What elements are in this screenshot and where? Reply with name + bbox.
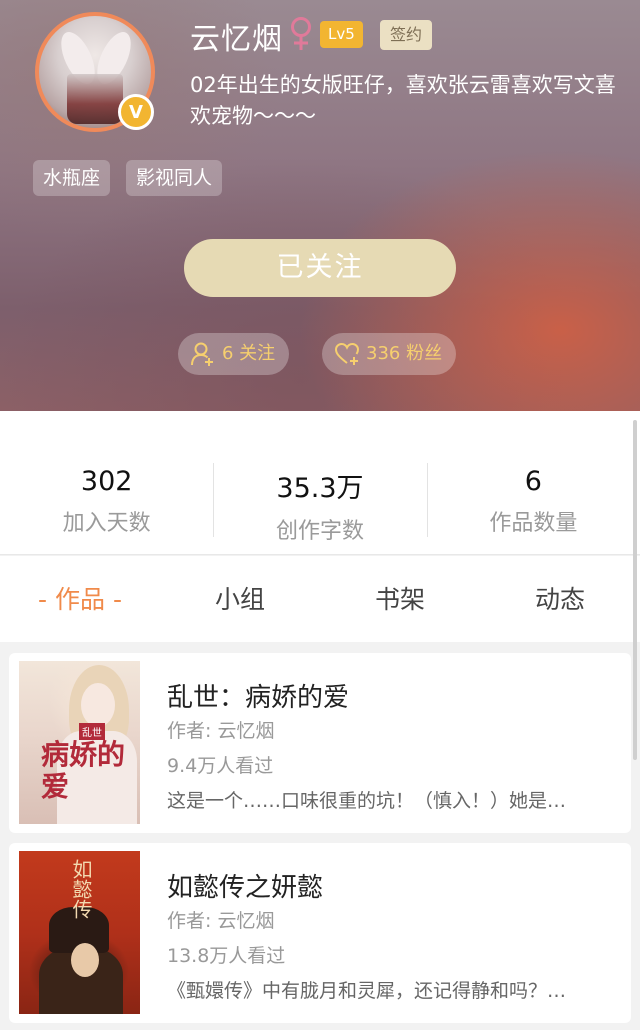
sign-badge: 签约 xyxy=(380,20,433,50)
stat-label: 作品数量 xyxy=(489,511,578,536)
tab-works[interactable]: - 作品 - xyxy=(0,556,160,642)
book-views: 13.8万人看过 xyxy=(167,945,286,967)
tag-zodiac[interactable]: 水瓶座 xyxy=(33,160,111,196)
profile-name: 云忆烟 xyxy=(190,22,283,57)
book-description: 《甄嬛传》中有胧月和灵犀，还记得静和吗？… xyxy=(167,980,567,1002)
female-icon xyxy=(291,17,311,50)
profile-tags: 水瓶座 影视同人 xyxy=(33,160,223,196)
cover-title: 如懿传 xyxy=(69,859,93,919)
book-card[interactable]: 乱世 病娇的爱 乱世：病娇的爱 作者: 云忆烟 9.4万人看过 这是一个……口味… xyxy=(9,653,631,833)
cover-figure xyxy=(81,683,115,727)
stat-words: 35.3万 创作字数 xyxy=(213,411,426,554)
cover-figure xyxy=(71,943,99,977)
tag-genre[interactable]: 影视同人 xyxy=(126,160,223,196)
tab-groups[interactable]: 小组 xyxy=(160,556,320,642)
tab-activity[interactable]: 动态 xyxy=(480,556,640,642)
stat-label: 创作字数 xyxy=(275,519,364,544)
stat-value: 302 xyxy=(80,466,133,497)
book-author: 作者: 云忆烟 xyxy=(167,910,275,932)
profile-bio: 02年出生的女版旺仔，喜欢张云雷喜欢写文喜欢宠物～～～ xyxy=(190,73,616,128)
level-badge: Lv5 xyxy=(320,21,363,48)
avatar-cup xyxy=(67,74,123,124)
stats-bar: 302 加入天数 35.3万 创作字数 6 作品数量 xyxy=(0,411,640,555)
stat-label: 加入天数 xyxy=(62,511,151,536)
heart-plus-icon xyxy=(334,342,360,365)
book-cover[interactable]: 乱世 病娇的爱 xyxy=(19,661,140,824)
verified-icon: V xyxy=(118,94,154,130)
profile-tabs: - 作品 - 小组 书架 动态 xyxy=(0,556,640,642)
following-count: 6 关注 xyxy=(222,343,276,364)
book-title[interactable]: 乱世：病娇的爱 xyxy=(167,677,349,714)
book-title[interactable]: 如懿传之妍懿 xyxy=(167,867,323,904)
book-views: 9.4万人看过 xyxy=(167,755,274,777)
cover-title: 病娇的爱 xyxy=(41,738,126,803)
book-description: 这是一个……口味很重的坑！（慎入！）她是… xyxy=(167,790,567,812)
stat-works: 6 作品数量 xyxy=(426,411,640,554)
stat-value: 6 xyxy=(524,466,542,497)
book-author: 作者: 云忆烟 xyxy=(167,720,275,742)
fans-button[interactable]: 336 粉丝 xyxy=(322,333,457,375)
profile-header: V 云忆烟 Lv5 签约 02年出生的女版旺仔，喜欢张云雷喜欢写文喜欢宠物～～～… xyxy=(0,0,640,411)
book-cover[interactable]: 如懿传 xyxy=(19,851,140,1014)
stat-days: 302 加入天数 xyxy=(0,411,213,554)
scrollbar[interactable] xyxy=(633,420,637,760)
following-button[interactable]: 6 关注 xyxy=(178,333,290,375)
follow-button[interactable]: 已关注 xyxy=(184,239,456,297)
add-user-icon xyxy=(191,342,213,366)
tab-bookshelf[interactable]: 书架 xyxy=(320,556,480,642)
fans-count: 336 粉丝 xyxy=(366,343,443,364)
stat-value: 35.3万 xyxy=(276,473,364,504)
book-card[interactable]: 如懿传 如懿传之妍懿 作者: 云忆烟 13.8万人看过 《甄嬛传》中有胧月和灵犀… xyxy=(9,843,631,1023)
